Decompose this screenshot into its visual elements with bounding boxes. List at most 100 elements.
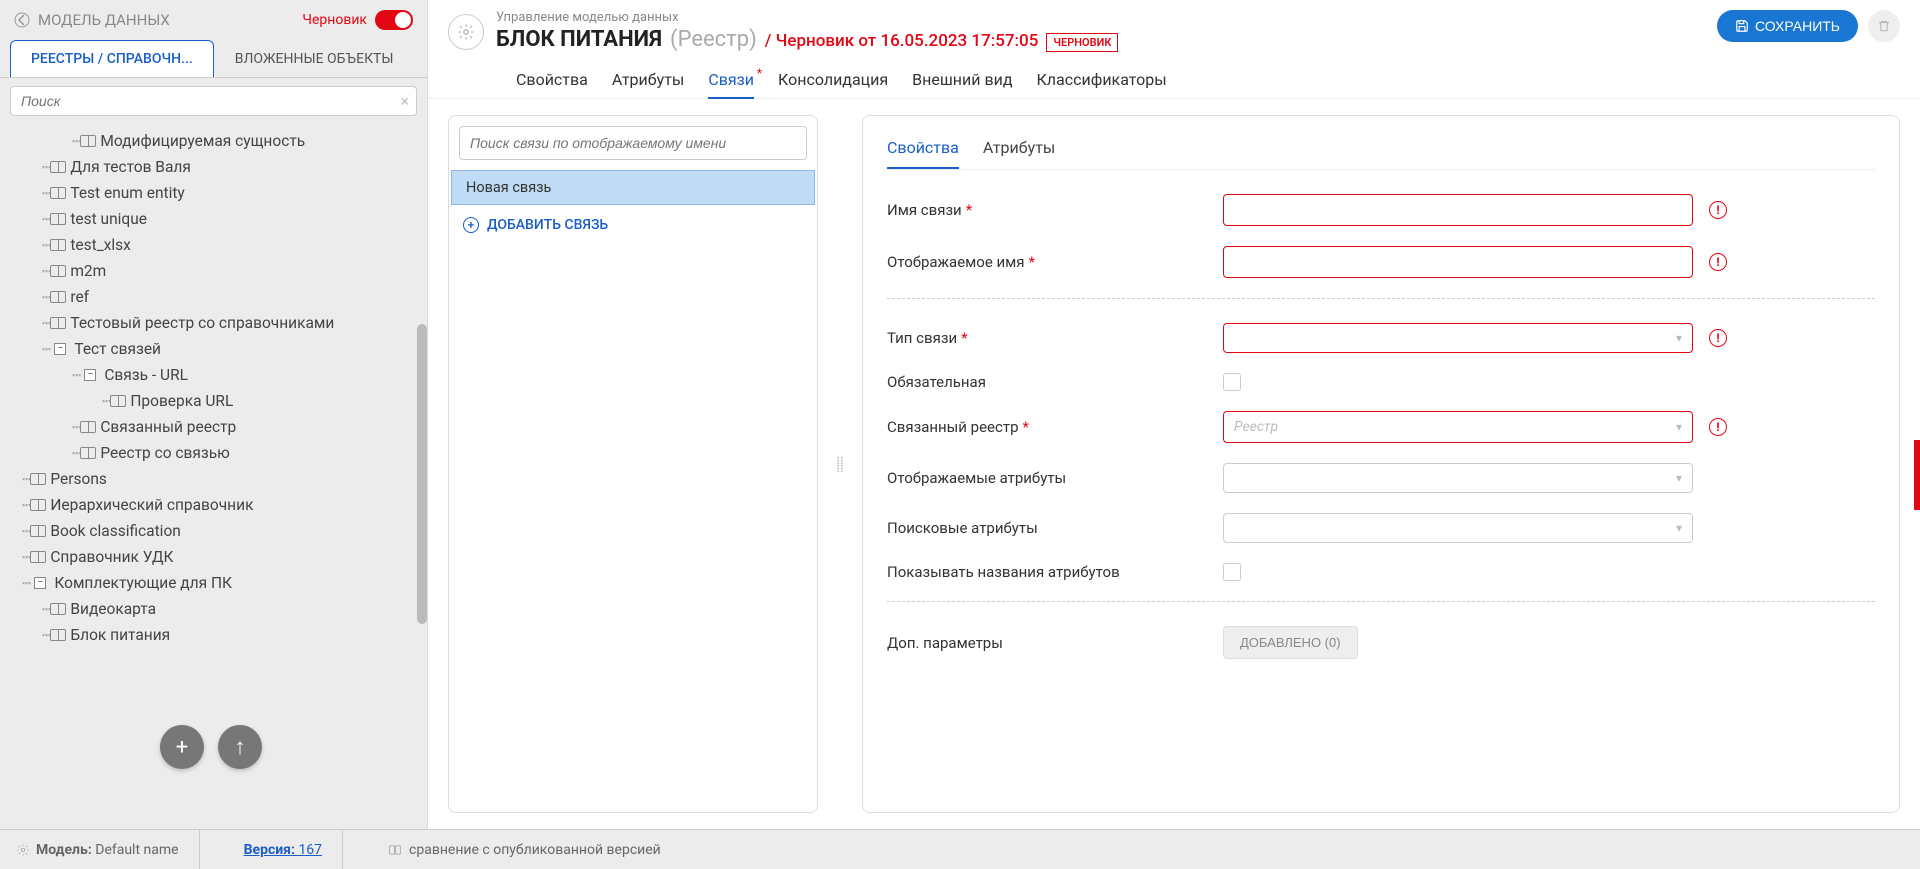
tree-toggle[interactable]: − — [54, 343, 66, 355]
link-search-input[interactable] — [459, 126, 807, 160]
compare-label[interactable]: сравнение с опубликованной версией — [409, 842, 661, 858]
tree-item[interactable]: ⋯Тестовый реестр со справочниками — [2, 310, 425, 336]
content-tab[interactable]: Связи* — [708, 62, 754, 99]
tree-item[interactable]: ⋯Блок питания — [2, 622, 425, 648]
tree-item[interactable]: ⋯test_xlsx — [2, 232, 425, 258]
form-tab-properties[interactable]: Свойства — [887, 132, 959, 169]
tree-item[interactable]: ⋯ref — [2, 284, 425, 310]
tree-toggle[interactable]: − — [84, 369, 96, 381]
tree-label: Persons — [50, 470, 107, 488]
tree-item[interactable]: ⋯Book classification — [2, 518, 425, 544]
label-type: Тип связи* — [887, 329, 1207, 347]
tree-item[interactable]: ⋯test unique — [2, 206, 425, 232]
error-icon: ! — [1709, 329, 1727, 347]
right-edge-indicator — [1914, 440, 1920, 510]
tree-item[interactable]: ⋯Связанный реестр — [2, 414, 425, 440]
tree-label: Проверка URL — [130, 392, 233, 410]
content: Управление моделью данных БЛОК ПИТАНИЯ (… — [428, 0, 1920, 829]
scrollbar[interactable] — [417, 324, 427, 624]
content-tab[interactable]: Внешний вид — [912, 62, 1012, 99]
add-button[interactable]: + — [160, 725, 204, 769]
tree-item[interactable]: ⋯Видеокарта — [2, 596, 425, 622]
tree-label: Связь - URL — [104, 366, 188, 384]
book-icon — [50, 603, 66, 615]
gear-icon[interactable] — [448, 14, 484, 50]
book-icon — [110, 395, 126, 407]
tree-item[interactable]: ⋯m2m — [2, 258, 425, 284]
book-icon — [80, 447, 96, 459]
form-tab-attributes[interactable]: Атрибуты — [983, 132, 1055, 169]
input-name[interactable] — [1223, 194, 1693, 226]
content-tab[interactable]: Консолидация — [778, 62, 888, 99]
tree-item[interactable]: ⋯Test enum entity — [2, 180, 425, 206]
divider — [887, 601, 1875, 602]
tree-label: Модифицируемая сущность — [100, 132, 305, 150]
label-show-attr-names: Показывать названия атрибутов — [887, 563, 1207, 581]
collapse-icon[interactable] — [14, 12, 30, 28]
button-added[interactable]: ДОБАВЛЕНО (0) — [1223, 626, 1358, 659]
tree-item[interactable]: ⋯Для тестов Валя — [2, 154, 425, 180]
tree-item[interactable]: ⋯−Комплектующие для ПК — [2, 570, 425, 596]
modified-indicator: * — [757, 66, 762, 80]
tab-registries[interactable]: РЕЕСТРЫ / СПРАВОЧН... — [10, 40, 214, 77]
content-tabs: Свойства Атрибуты Связи* Консолидация Внешни… — [496, 62, 1187, 99]
version-link[interactable]: Версия: 167 — [244, 842, 322, 858]
content-header: Управление моделью данных БЛОК ПИТАНИЯ (… — [428, 0, 1920, 99]
page-title: БЛОК ПИТАНИЯ — [496, 27, 662, 52]
label-display-attrs: Отображаемые атрибуты — [887, 469, 1207, 487]
gear-icon — [16, 843, 30, 857]
tree-label: test unique — [70, 210, 147, 228]
sidebar-header: МОДЕЛЬ ДАННЫХ Черновик — [0, 0, 427, 40]
checkbox-mandatory[interactable] — [1223, 373, 1241, 391]
tree-toggle[interactable]: − — [34, 577, 46, 589]
content-tab[interactable]: Классификаторы — [1036, 62, 1166, 99]
sidebar-title: МОДЕЛЬ ДАННЫХ — [38, 11, 170, 29]
up-button[interactable]: ↑ — [218, 725, 262, 769]
chevron-down-icon: ▾ — [1676, 331, 1682, 345]
tree-label: Комплектующие для ПК — [54, 574, 232, 592]
chevron-down-icon: ▾ — [1676, 471, 1682, 485]
label-extra: Доп. параметры — [887, 634, 1207, 652]
tree[interactable]: ⋯Модифицируемая сущность⋯Для тестов Валя… — [0, 124, 427, 829]
delete-button[interactable] — [1868, 10, 1900, 42]
add-link-button[interactable]: + ДОБАВИТЬ СВЯЗЬ — [449, 205, 817, 245]
tree-item[interactable]: ⋯−Связь - URL — [2, 362, 425, 388]
select-linked-registry[interactable]: Реестр▾ — [1223, 411, 1693, 443]
book-icon — [50, 629, 66, 641]
tree-item[interactable]: ⋯Иерархический справочник — [2, 492, 425, 518]
input-display-name[interactable] — [1223, 246, 1693, 278]
tree-label: m2m — [70, 262, 106, 280]
label-linked-registry: Связанный реестр* — [887, 418, 1207, 436]
tree-item[interactable]: ⋯Справочник УДК — [2, 544, 425, 570]
tree-item[interactable]: ⋯Проверка URL — [2, 388, 425, 414]
tree-label: Связанный реестр — [100, 418, 236, 436]
tree-label: Иерархический справочник — [50, 496, 253, 514]
book-icon — [50, 161, 66, 173]
splitter-handle[interactable]: ⸽⸽ — [834, 115, 846, 813]
select-display-attrs[interactable]: ▾ — [1223, 463, 1693, 493]
book-icon — [50, 317, 66, 329]
book-icon — [80, 135, 96, 147]
tree-label: test_xlsx — [70, 236, 131, 254]
select-type[interactable]: ▾ — [1223, 323, 1693, 353]
content-tab[interactable]: Атрибуты — [612, 62, 684, 99]
search-input[interactable] — [10, 86, 417, 116]
draft-toggle: Черновик — [302, 10, 413, 30]
save-button[interactable]: СОХРАНИТЬ — [1717, 10, 1858, 42]
tab-nested-objects[interactable]: ВЛОЖЕННЫЕ ОБЪЕКТЫ — [214, 40, 415, 77]
breadcrumb: Управление моделью данных — [496, 10, 1187, 25]
book-icon — [80, 421, 96, 433]
select-search-attrs[interactable]: ▾ — [1223, 513, 1693, 543]
tree-item[interactable]: ⋯Persons — [2, 466, 425, 492]
search-clear-icon[interactable]: × — [400, 92, 409, 111]
tree-item[interactable]: ⋯Модифицируемая сущность — [2, 128, 425, 154]
tree-item[interactable]: ⋯Реестр со связью — [2, 440, 425, 466]
checkbox-show-attr-names[interactable] — [1223, 563, 1241, 581]
footer: Модель: Default name Версия: 167 сравнен… — [0, 829, 1920, 869]
content-tab[interactable]: Свойства — [516, 62, 588, 99]
draft-switch[interactable] — [375, 10, 413, 30]
link-item-new[interactable]: Новая связь — [451, 170, 815, 205]
plus-icon: + — [463, 217, 479, 233]
tree-item[interactable]: ⋯−Тест связей — [2, 336, 425, 362]
draft-badge: ЧЕРНОВИК — [1046, 33, 1118, 52]
